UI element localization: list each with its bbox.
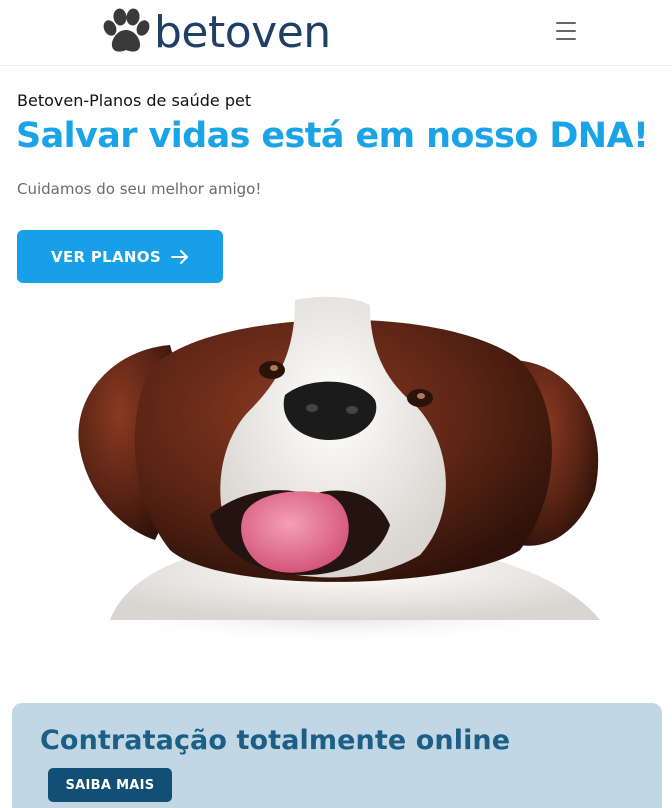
learn-more-button[interactable]: SAIBA MAIS [48, 768, 172, 802]
view-plans-label: VER PLANOS [51, 247, 161, 266]
promo-title: Contratação totalmente online [40, 725, 511, 756]
promo-banner: Contratação totalmente online SAIBA MAIS [12, 703, 662, 808]
arrow-right-icon [170, 249, 188, 264]
menu-line [556, 30, 576, 32]
menu-line [556, 38, 576, 40]
menu-line [556, 22, 576, 24]
hero-eyebrow: Betoven-Planos de saúde pet [17, 91, 252, 110]
page: betoven Betoven-Planos de saúde pet Salv… [0, 0, 672, 808]
hero-subtitle: Cuidamos do seu melhor amigo! [17, 180, 262, 198]
site-header: betoven [0, 0, 672, 66]
hamburger-menu-icon[interactable] [556, 20, 578, 42]
hero-title: Salvar vidas está em nosso DNA! [16, 116, 649, 156]
brand-logo[interactable]: betoven [100, 6, 331, 58]
brand-name: betoven [154, 7, 331, 58]
dog-photo [78, 296, 600, 645]
view-plans-button[interactable]: VER PLANOS [17, 230, 223, 283]
paw-icon [103, 8, 150, 52]
